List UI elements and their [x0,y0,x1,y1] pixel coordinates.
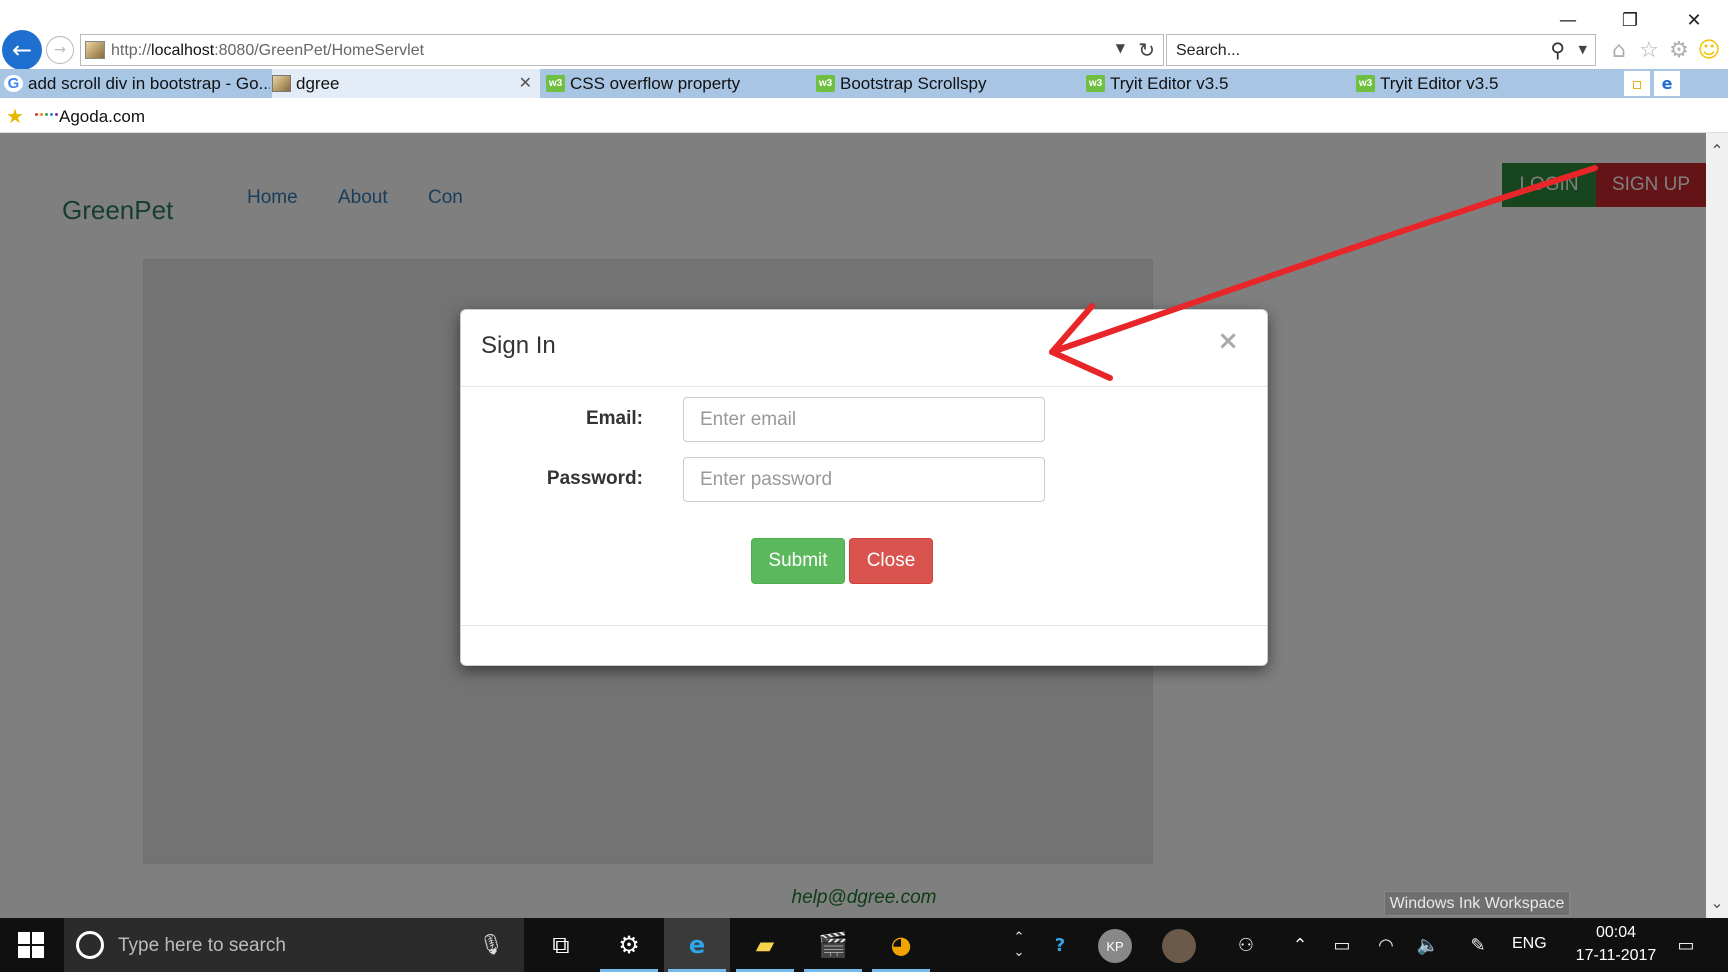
search-dropdown-icon[interactable]: ▼ [1579,43,1587,56]
w3schools-icon: w3 [816,75,835,92]
close-button[interactable]: Close [849,538,933,584]
gear-icon[interactable]: ⚙ [1665,36,1693,64]
volume-icon[interactable]: 🔈 [1410,918,1446,972]
smiley-feedback-icon[interactable]: ☺ [1695,36,1723,64]
w3schools-icon: w3 [1356,75,1375,92]
minimize-icon[interactable]: — [1542,6,1594,34]
tab-css-overflow[interactable]: w3 CSS overflow property [546,69,810,98]
internet-explorer-icon[interactable]: e [664,918,730,972]
sign-in-modal: Sign In × Email: Password: Submit Close [460,309,1268,666]
forward-button[interactable]: → [46,36,74,64]
agoda-logo-icon [35,113,58,116]
tab-dgree[interactable]: dgree ✕ [272,69,540,98]
home-icon[interactable]: ⌂ [1605,36,1633,64]
address-url[interactable]: http://localhost:8080/GreenPet/HomeServl… [111,42,424,60]
modal-close-icon[interactable]: × [1217,326,1239,356]
scroll-down-icon[interactable]: ⌄ [1706,893,1728,912]
search-box[interactable]: Search... ⚲ ▼ [1166,34,1596,66]
scroll-up-icon[interactable]: ⌃ [1706,141,1728,160]
clock-time[interactable]: 00:04 [1566,924,1666,942]
tab-label: Tryit Editor v3.5 [1380,73,1499,93]
chrome-like-app-icon[interactable]: ◕ [868,918,934,972]
taskbar: Type here to search 🎙 ⧉ ⚙ e ▰ 🎬 ◕ ⌃ ⌄ ? K… [0,918,1728,972]
overflow-scroll-icon[interactable]: ⌃ ⌄ [1006,918,1032,972]
close-icon[interactable]: ✕ [1668,6,1720,34]
tab-label: dgree [296,73,340,93]
page-scrollbar[interactable]: ⌃ ⌄ [1706,133,1728,918]
w3schools-icon: w3 [1086,75,1105,92]
refresh-icon[interactable]: ↻ [1138,38,1155,62]
search-placeholder[interactable]: Search... [1176,42,1240,60]
address-bar[interactable]: http://localhost:8080/GreenPet/HomeServl… [80,34,1164,66]
help-icon[interactable]: ? [1038,918,1082,972]
modal-header-divider [461,386,1267,387]
close-tab-icon[interactable]: ✕ [519,73,532,92]
microphone-icon[interactable]: 🎙 [479,932,504,956]
people-icon[interactable]: ⚇ [1228,918,1264,972]
tab-tryit-editor-2[interactable]: w3 Tryit Editor v3.5 [1356,69,1620,98]
arrow-left-icon: ← [11,36,33,64]
email-field[interactable] [683,397,1045,442]
tab-strip: G add scroll div in bootstrap - Go... dg… [0,69,1728,98]
favorites-star-icon[interactable]: ☆ [1635,36,1663,64]
favorites-bar: ★ Agoda.com [0,98,1728,133]
edge-icon[interactable]: e [1654,71,1680,96]
video-editor-icon[interactable]: 🎬 [800,918,866,972]
clock-date[interactable]: 17-11-2017 [1566,947,1666,965]
avatar[interactable]: KP [1098,929,1132,963]
tab-bootstrap-scrollspy[interactable]: w3 Bootstrap Scrollspy [816,69,1080,98]
task-view-icon[interactable]: ⧉ [528,918,594,972]
sticky-notes-icon[interactable]: ▰ [732,918,798,972]
tab-label: CSS overflow property [570,73,741,93]
page-favicon-icon [85,41,105,59]
back-button[interactable]: ← [2,30,42,70]
tab-tryit-editor[interactable]: w3 Tryit Editor v3.5 [1086,69,1350,98]
email-label: Email: [585,408,643,429]
google-icon: G [4,75,23,92]
tab-label: Bootstrap Scrollspy [840,73,987,93]
tab-label: add scroll div in bootstrap - Go... [28,73,270,93]
cortana-icon[interactable] [76,931,104,959]
submit-button[interactable]: Submit [751,538,845,584]
windows-start-icon[interactable] [18,932,44,958]
arrow-right-icon: → [54,42,66,58]
battery-icon[interactable]: ▭ [1324,918,1360,972]
language-indicator[interactable]: ENG [1512,935,1547,953]
settings-gear-app-icon[interactable]: ⚙ [596,918,662,972]
new-tab-icon[interactable]: ▫ [1624,71,1650,96]
pen-ink-icon[interactable]: ✎ [1458,918,1498,972]
w3schools-icon: w3 [546,75,565,92]
wifi-icon[interactable]: ◠ [1368,918,1404,972]
tab-google[interactable]: G add scroll div in bootstrap - Go... [4,69,270,98]
taskbar-search[interactable]: Type here to search 🎙 [64,918,524,972]
notification-icon[interactable]: ▭ [1664,918,1708,972]
favorites-star-icon[interactable]: ★ [6,104,24,128]
password-label: Password: [546,468,643,489]
browser-chrome: — ❐ ✕ ← → http://localhost:8080/GreenPet… [0,0,1728,133]
web-page: GreenPet Home About Con LOGIN SIGN UP he… [0,133,1706,918]
search-icon[interactable]: ⚲ [1550,38,1565,62]
favorite-agoda[interactable]: Agoda.com [59,107,145,127]
modal-footer-divider [461,625,1267,626]
windows-ink-tooltip: Windows Ink Workspace [1384,891,1570,916]
address-dropdown-icon[interactable]: ▼ [1116,41,1125,55]
chevron-up-icon[interactable]: ⌃ [1282,918,1318,972]
password-field[interactable] [683,457,1045,502]
taskbar-search-placeholder[interactable]: Type here to search [118,935,286,957]
tab-label: Tryit Editor v3.5 [1110,73,1229,93]
modal-title: Sign In [481,332,556,359]
page-icon [272,75,291,92]
restore-icon[interactable]: ❐ [1604,6,1656,34]
user-photo-icon[interactable] [1162,929,1196,963]
